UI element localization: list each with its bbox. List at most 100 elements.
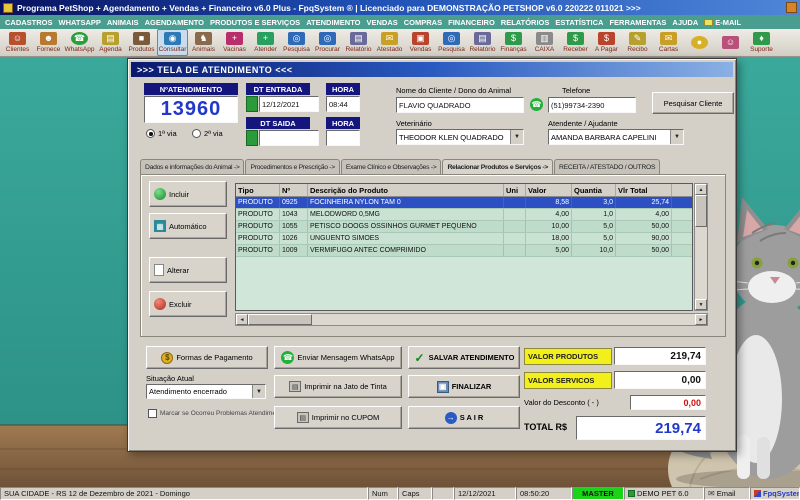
menu-animais[interactable]: ANIMAIS <box>104 18 142 27</box>
menu-ferramentas[interactable]: FERRAMENTAS <box>606 18 669 27</box>
payment-methods-button[interactable]: Formas de Pagamento <box>146 346 268 369</box>
sair-button[interactable]: S A I R <box>408 406 520 429</box>
tab-receita-atestado[interactable]: RECEITA / ATESTADO / OUTROS <box>554 159 661 174</box>
automatico-button[interactable]: Automático <box>149 213 227 239</box>
chevron-down-icon[interactable]: ▼ <box>510 130 523 144</box>
phone-field[interactable]: (51)99734-2390 <box>548 97 636 113</box>
scroll-right-icon[interactable]: ► <box>695 314 707 325</box>
scroll-left-icon[interactable]: ◄ <box>236 314 248 325</box>
toolbar-relatorio-1[interactable]: ▤ Relatório <box>343 29 374 56</box>
chevron-down-icon[interactable]: ▼ <box>252 385 265 398</box>
toolbar-atestado[interactable]: ✉ Atestado <box>374 29 405 56</box>
window-titlebar[interactable]: >>> TELA DE ATENDIMENTO <<< <box>131 62 733 77</box>
scroll-up-icon[interactable]: ▲ <box>695 184 707 195</box>
toolbar-procurar[interactable]: ◎ Procurar <box>312 29 343 56</box>
toolbar-agenda[interactable]: ▤ Agenda <box>95 29 126 56</box>
print-inkjet-button[interactable]: Imprimir na Jato de Tinta <box>274 375 402 398</box>
toolbar-moedas[interactable]: ● <box>684 29 715 56</box>
tab-panel-produtos: Incluir Automático Alterar Excluir Tipo … <box>140 174 726 337</box>
toolbar-pesquisa-1[interactable]: ◎ Pesquisa <box>281 29 312 56</box>
situacao-dropdown[interactable]: Atendimento encerrado ▼ <box>146 384 266 399</box>
toolbar-consultar[interactable]: ◉ Consultar <box>157 29 188 56</box>
search-client-button[interactable]: Pesquisar Cliente <box>652 92 734 114</box>
status-brand: FpqSystem <box>750 487 800 500</box>
status-bar: SUA CIDADE - RS 12 de Dezembro de 2021 -… <box>0 487 800 500</box>
dt-entrada-field[interactable]: 12/12/2021 <box>259 96 319 112</box>
table-row[interactable]: PRODUTO 1055 PETISCO DOOGS OSSINHOS GURMET… <box>236 221 692 233</box>
table-row[interactable]: PRODUTO 1043 MELODWORD 0,5MG 4,00 1,0 4,00 <box>236 209 692 221</box>
tab-exame-clinico[interactable]: Exame Clínico e Observações -> <box>340 159 442 174</box>
menu-cadastros[interactable]: CADASTROS <box>2 18 56 27</box>
problemas-checkbox[interactable]: Marcar se Ocorreu Problemas Atendimento <box>148 409 285 418</box>
toolbar-animais[interactable]: ♞ Animais <box>188 29 219 56</box>
alterar-button[interactable]: Alterar <box>149 257 227 283</box>
horizontal-scrollbar[interactable]: ◄ ► <box>235 313 708 326</box>
tab-procedimentos[interactable]: Procedimentos e Prescrição -> <box>245 159 340 174</box>
table-row[interactable]: PRODUTO 1009 VERMIFUGO ANTEC COMPRIMIDO 5,0… <box>236 245 692 257</box>
status-email[interactable]: Email <box>704 487 750 500</box>
menu-financeiro[interactable]: FINANCEIRO <box>445 18 498 27</box>
incluir-button[interactable]: Incluir <box>149 181 227 207</box>
vertical-scrollbar[interactable]: ▲ ▼ <box>694 183 708 311</box>
toolbar-vacinas[interactable]: + Vacinas <box>219 29 250 56</box>
toolbar-clientes[interactable]: ☺ Clientes <box>2 29 33 56</box>
tab-dados-animal[interactable]: Dados e informações do Animal -> <box>140 159 245 174</box>
menu-vendas[interactable]: VENDAS <box>364 18 401 27</box>
hora-entrada-field[interactable]: 08:44 <box>326 96 360 112</box>
menu-agendamento[interactable]: AGENDAMENTO <box>142 18 207 27</box>
vet-dropdown[interactable]: THEODOR KLEN QUADRADO ▼ <box>396 129 524 145</box>
table-row[interactable]: PRODUTO 1026 UNGUENTO SIMOES 18,00 5,0 90,00 <box>236 233 692 245</box>
menu-ajuda[interactable]: AJUDA <box>669 18 701 27</box>
calendar-button[interactable] <box>246 96 258 112</box>
client-name-field[interactable]: FLAVIO QUADRADO <box>396 97 524 113</box>
menu-compras[interactable]: COMPRAS <box>401 18 445 27</box>
toolbar-atender[interactable]: + Atender <box>250 29 281 56</box>
toolbar-usuario[interactable]: ☺ <box>715 29 746 56</box>
desconto-field[interactable]: 0,00 <box>630 395 706 410</box>
toolbar-produtos[interactable]: ■ Produtos <box>126 29 157 56</box>
scroll-thumb[interactable] <box>248 314 312 325</box>
toolbar-caixa[interactable]: ▥ CAIXA <box>529 29 560 56</box>
atendimento-number-field[interactable]: 13960 <box>144 96 238 123</box>
finalizar-button[interactable]: FINALIZAR <box>408 375 520 398</box>
menu-produtos-servicos[interactable]: PRODUTOS E SERVIÇOS <box>207 18 303 27</box>
table-header: Tipo Nº Descrição do Produto Uni Valor Q… <box>236 184 692 197</box>
toolbar-fornecedor[interactable]: ☻ Fornece <box>33 29 64 56</box>
toolbar-cartas[interactable]: ✉ Cartas <box>653 29 684 56</box>
excluir-button[interactable]: Excluir <box>149 291 227 317</box>
chevron-down-icon[interactable]: ▼ <box>670 130 683 144</box>
toolbar-financas[interactable]: $ Finanças <box>498 29 529 56</box>
menu-whatsapp[interactable]: WHATSAPP <box>56 18 104 27</box>
toolbar-suporte[interactable]: ♦ Suporte <box>746 29 777 56</box>
scroll-down-icon[interactable]: ▼ <box>695 299 707 310</box>
mail-icon <box>708 489 717 498</box>
client-name-label: Nome do Cliente / Dono do Animal <box>396 86 512 95</box>
via2-radio[interactable]: 2ª via <box>192 129 223 138</box>
via1-radio[interactable]: 1ª via <box>146 129 177 138</box>
attendant-dropdown[interactable]: AMANDA BARBARA CAPELINI ▼ <box>548 129 684 145</box>
save-atendimento-button[interactable]: SALVAR ATENDIMENTO <box>408 346 520 369</box>
toolbar-apagar[interactable]: $ A Pagar <box>591 29 622 56</box>
toolbar-pesquisa-2[interactable]: ◎ Pesquisa <box>436 29 467 56</box>
menu-estatistica[interactable]: ESTATÍSTICA <box>552 18 606 27</box>
cell: PRODUTO <box>236 221 280 232</box>
dt-saida-field[interactable] <box>259 130 319 146</box>
menu-atendimento[interactable]: ATENDIMENTO <box>303 18 363 27</box>
calendar-button[interactable] <box>246 130 258 146</box>
menu-email[interactable]: E-MAIL <box>701 18 744 27</box>
whatsapp-icon <box>281 351 295 364</box>
toolbar-whatsapp[interactable]: ☎ WhatsApp <box>64 29 95 56</box>
toolbar-relatorio-2[interactable]: ▤ Relatório <box>467 29 498 56</box>
scroll-thumb[interactable] <box>695 195 707 227</box>
tab-produtos-servicos[interactable]: Relacionar Produtos e Serviços -> <box>442 159 554 174</box>
toolbar-vendas[interactable]: ▣ Vendas <box>405 29 436 56</box>
radio-dot <box>146 129 155 138</box>
send-whatsapp-button[interactable]: Enviar Mensagem WhatsApp <box>274 346 402 369</box>
menu-relatorios[interactable]: RELATÓRIOS <box>498 18 553 27</box>
toolbar-receber[interactable]: $ Receber <box>560 29 591 56</box>
col-quantia: Quantia <box>572 184 616 196</box>
print-cupom-button[interactable]: Imprimir no CUPOM <box>274 406 402 429</box>
toolbar-recibo[interactable]: ✎ Recibo <box>622 29 653 56</box>
table-row[interactable]: PRODUTO 0925 FOCINHEIRA NYLON TAM 0 8,58 3,0… <box>236 197 692 209</box>
hora-saida-field[interactable] <box>326 130 360 146</box>
